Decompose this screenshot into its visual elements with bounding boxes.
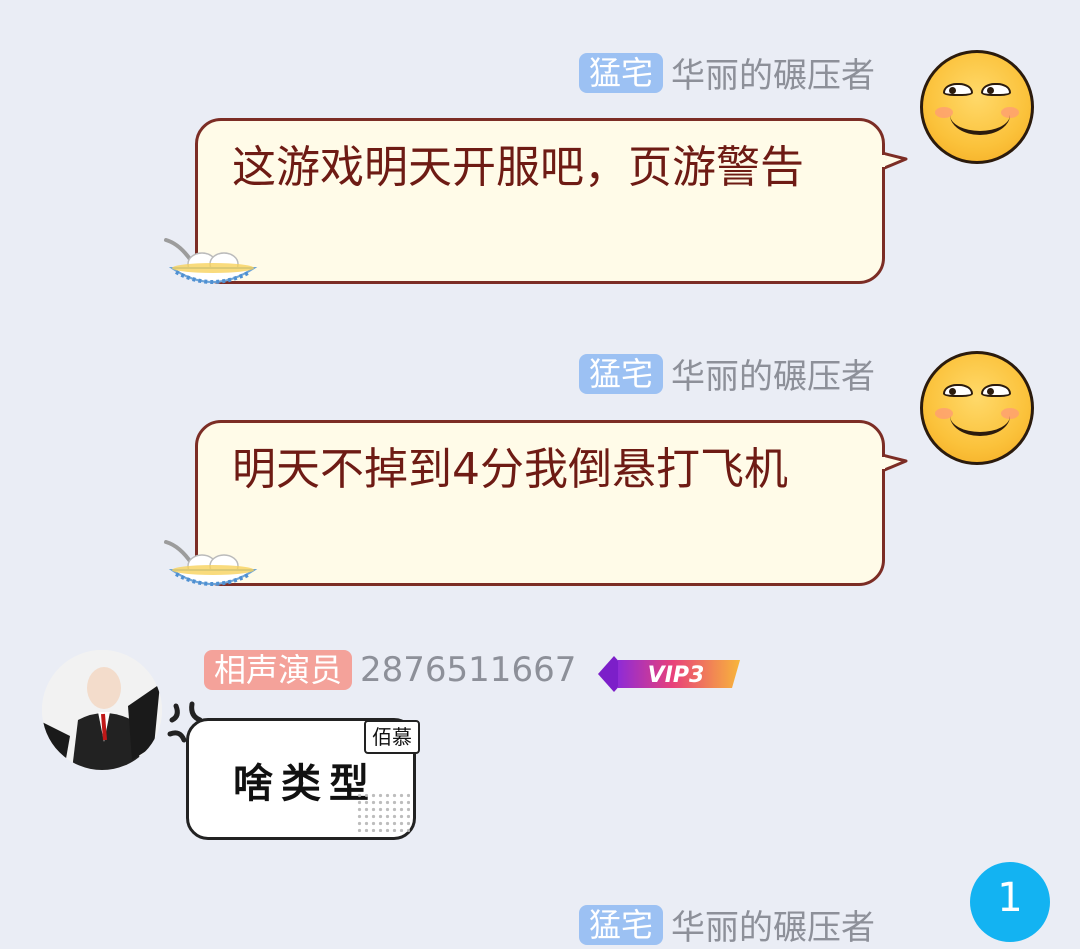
- tangyuan-bowl-icon: [164, 238, 258, 284]
- message-header: 猛宅 华丽的碾压者: [578, 900, 875, 949]
- sender-avatar[interactable]: [920, 50, 1034, 164]
- message-header: 猛宅 华丽的碾压者: [578, 48, 875, 97]
- sender-avatar[interactable]: [920, 351, 1034, 465]
- tangyuan-bowl-icon: [164, 540, 258, 586]
- sender-qq-number[interactable]: 2876511667: [360, 650, 576, 690]
- member-title-tag: 相声演员: [204, 650, 353, 690]
- character-portrait-icon: [42, 650, 162, 770]
- bubble-tail: [882, 453, 908, 473]
- member-title-tag: 猛宅: [578, 904, 663, 945]
- message-text: 这游戏明天开服吧，页游警告: [232, 142, 804, 193]
- halftone-dots: [356, 792, 410, 832]
- member-title-tag: 猛宅: [578, 52, 663, 93]
- sender-nickname[interactable]: 华丽的碾压者: [671, 349, 875, 398]
- sender-avatar[interactable]: [42, 650, 162, 770]
- bubble-tail: [882, 151, 908, 171]
- sender-nickname[interactable]: 华丽的碾压者: [671, 48, 875, 97]
- member-title-tag: 猛宅: [578, 353, 663, 394]
- vip-badge-icon: VIP3: [598, 656, 740, 692]
- sticker-tag: 佰慕: [364, 720, 420, 754]
- message-header: 相声演员 2876511667: [204, 650, 576, 690]
- chat-bubble[interactable]: 这游戏明天开服吧，页游警告: [195, 118, 908, 284]
- message-header: 猛宅 华丽的碾压者: [578, 349, 875, 398]
- vip-label: VIP3: [648, 663, 705, 688]
- sender-nickname[interactable]: 华丽的碾压者: [671, 900, 875, 949]
- unread-count-badge[interactable]: 1: [970, 862, 1050, 942]
- message-text: 明天不掉到4分我倒悬打飞机: [232, 444, 788, 495]
- chat-bubble[interactable]: 明天不掉到4分我倒悬打飞机: [195, 420, 908, 586]
